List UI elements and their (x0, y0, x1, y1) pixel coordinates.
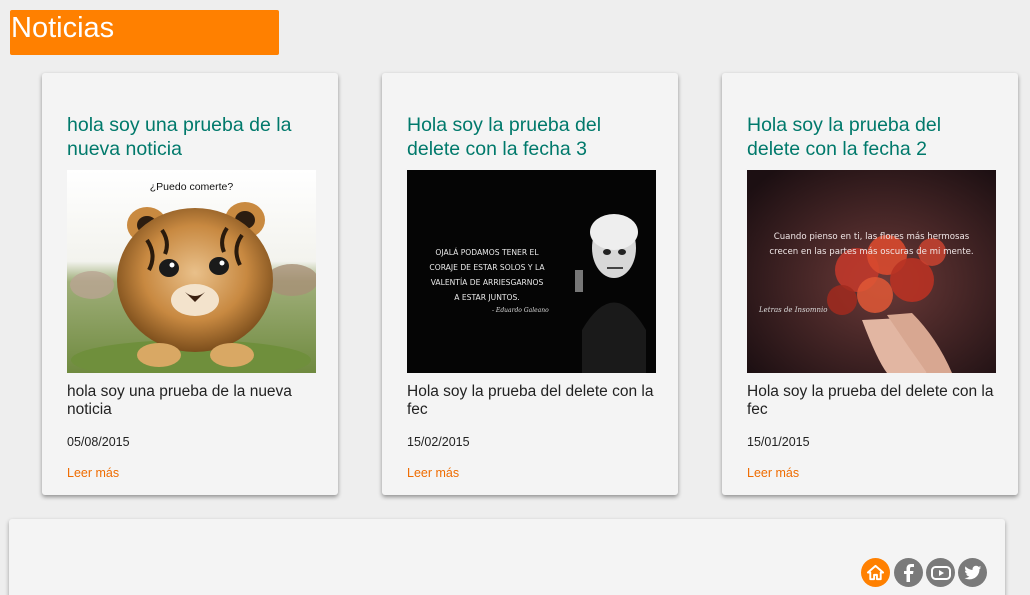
news-date: 05/08/2015 (67, 435, 130, 449)
news-title[interactable]: hola soy una prueba de la nueva noticia (67, 113, 317, 161)
quote-text: OJALÁ PODAMOS TENER EL CORAJE DE ESTAR S… (429, 248, 545, 302)
twitter-icon[interactable] (958, 558, 987, 587)
footer (9, 519, 1005, 595)
news-image-quote[interactable]: OJALÁ PODAMOS TENER EL CORAJE DE ESTAR S… (407, 170, 656, 373)
news-summary: hola soy una prueba de la nueva noticia (67, 383, 292, 418)
page-header: Noticias (10, 10, 279, 55)
read-more-link[interactable]: Leer más (407, 466, 459, 480)
news-card: Hola soy la prueba del delete con la fec… (722, 73, 1018, 495)
read-more-link[interactable]: Leer más (67, 466, 119, 480)
quote-text: Cuando pienso en ti, las flores más herm… (769, 232, 974, 257)
news-date: 15/02/2015 (407, 435, 470, 449)
quote-signature: - Eduardo Galeano (492, 307, 549, 314)
news-card: Hola soy la prueba del delete con la fec… (382, 73, 678, 495)
youtube-icon[interactable] (926, 558, 955, 587)
news-image-tiger[interactable]: ¿Puedo comerte? (67, 170, 316, 373)
quote-signature: Letras de Insomnio (759, 306, 828, 314)
page-title: Noticias (11, 12, 115, 44)
facebook-icon[interactable] (894, 558, 923, 587)
home-icon[interactable] (861, 558, 890, 587)
news-image-flowers[interactable]: Cuando pienso en ti, las flores más herm… (747, 170, 996, 373)
news-image-caption: ¿Puedo comerte? (149, 181, 234, 193)
news-summary: Hola soy la prueba del delete con la fec (407, 383, 654, 418)
news-title[interactable]: Hola soy la prueba del delete con la fec… (407, 113, 657, 161)
news-title[interactable]: Hola soy la prueba del delete con la fec… (747, 113, 997, 161)
read-more-link[interactable]: Leer más (747, 466, 799, 480)
news-summary: Hola soy la prueba del delete con la fec (747, 383, 994, 418)
news-card: hola soy una prueba de la nueva noticia (42, 73, 338, 495)
news-date: 15/01/2015 (747, 435, 810, 449)
